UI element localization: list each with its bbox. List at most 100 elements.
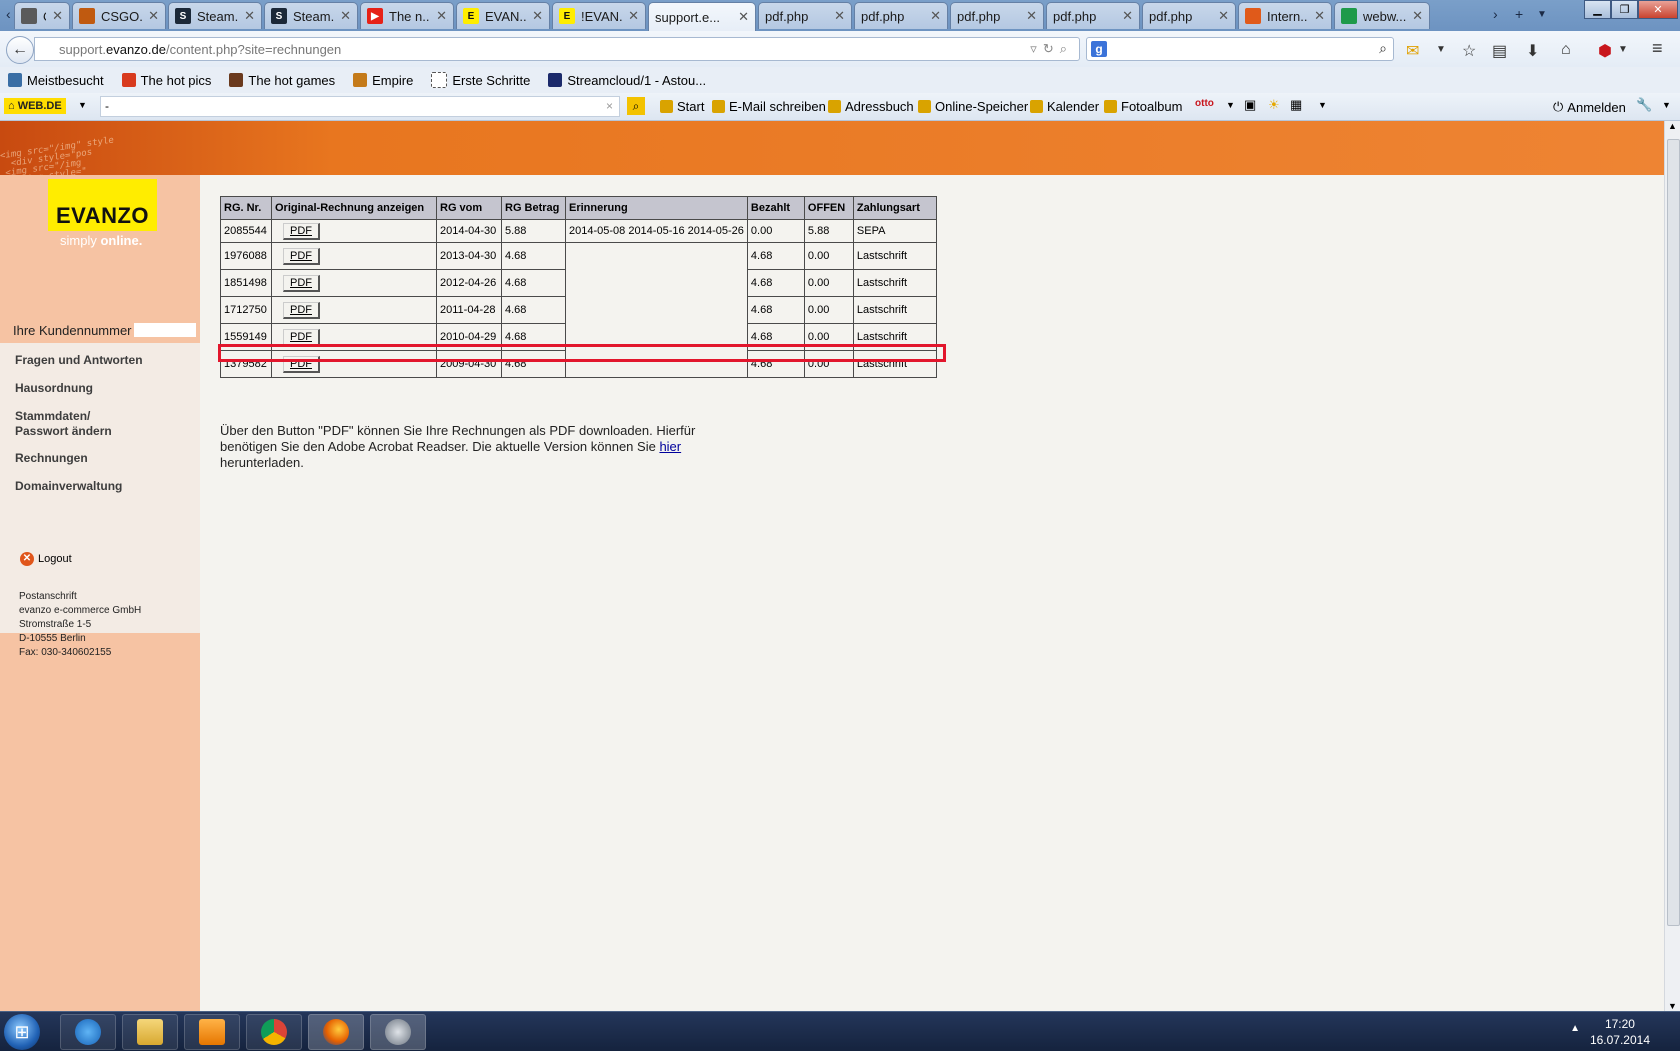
bookmark-4[interactable]: Erste Schritte: [431, 72, 530, 88]
tab-8[interactable]: pdf.php ✕: [758, 2, 852, 29]
taskbar-explorer[interactable]: [122, 1014, 178, 1050]
webde-link-0[interactable]: Start: [660, 99, 704, 114]
tab-9[interactable]: pdf.php ✕: [854, 2, 948, 29]
tab-1[interactable]: CSGO... ✕: [72, 2, 166, 29]
chevron-down-icon[interactable]: ▼: [1662, 100, 1671, 110]
reading-list-icon[interactable]: ▤: [1492, 41, 1507, 61]
login-link[interactable]: ⏻ Anmelden: [1553, 99, 1626, 115]
taskbar-firefox[interactable]: [308, 1014, 364, 1050]
search-icon[interactable]: ⌕: [1379, 40, 1387, 57]
menu-stammdaten[interactable]: Stammdaten/Passwort ändern: [15, 409, 112, 439]
scroll-up-icon[interactable]: ▲: [1668, 121, 1677, 131]
webde-logo[interactable]: ⌂ WEB.DE: [4, 98, 66, 114]
tab-7[interactable]: support.e... ✕: [648, 2, 756, 31]
settings-panel-icon[interactable]: ▦: [1290, 97, 1302, 113]
close-tab-icon[interactable]: ✕: [436, 8, 447, 24]
close-tab-icon[interactable]: ✕: [244, 8, 255, 24]
close-tab-icon[interactable]: ✕: [738, 9, 749, 25]
back-button[interactable]: ←: [6, 36, 34, 64]
webde-search-button[interactable]: ⌕: [627, 97, 645, 115]
taskbar-steam[interactable]: [370, 1014, 426, 1050]
bookmark-star-icon[interactable]: ☆: [1462, 41, 1476, 61]
bookmark-3[interactable]: Empire: [353, 73, 413, 88]
close-tab-icon[interactable]: ✕: [52, 8, 63, 24]
menu-hausordnung[interactable]: Hausordnung: [15, 381, 93, 396]
pdf-button[interactable]: PDF: [283, 274, 320, 292]
close-tab-icon[interactable]: ✕: [340, 8, 351, 24]
url-field[interactable]: support. evanzo.de/content.php?site=rechn…: [34, 37, 1080, 61]
close-tab-icon[interactable]: ✕: [532, 8, 543, 24]
webde-link-5[interactable]: Fotoalbum: [1104, 99, 1182, 114]
menu-rechnungen[interactable]: Rechnungen: [15, 451, 88, 466]
pdf-button[interactable]: PDF: [283, 247, 320, 265]
scroll-down-icon[interactable]: ▼: [1668, 1001, 1677, 1011]
menu-domainverwaltung[interactable]: Domainverwaltung: [15, 479, 122, 494]
pdf-button[interactable]: PDF: [283, 222, 320, 240]
wrench-icon[interactable]: 🔧: [1636, 97, 1652, 113]
tab-5[interactable]: E EVAN... ✕: [456, 2, 550, 29]
webde-link-2[interactable]: Adressbuch: [828, 99, 914, 114]
new-tab-icon[interactable]: +: [1515, 6, 1523, 22]
close-tab-icon[interactable]: ✕: [1314, 8, 1325, 24]
close-tab-icon[interactable]: ✕: [1122, 8, 1133, 24]
google-icon[interactable]: g: [1091, 41, 1107, 57]
bookmark-0[interactable]: Meistbesucht: [8, 73, 104, 88]
pdf-button[interactable]: PDF: [283, 328, 320, 346]
dropdown-icon[interactable]: ▿: [1030, 41, 1043, 56]
close-tab-icon[interactable]: ✕: [628, 8, 639, 24]
bookmark-5[interactable]: Streamcloud/1 - Astou...: [548, 73, 706, 88]
chevron-down-icon[interactable]: ▼: [1318, 100, 1327, 110]
shopping-icon[interactable]: ▣: [1244, 97, 1256, 113]
webde-search-input[interactable]: - ×: [100, 96, 620, 117]
chevron-down-icon[interactable]: ▼: [1618, 44, 1628, 55]
webde-link-1[interactable]: E-Mail schreiben: [712, 99, 826, 114]
webde-link-4[interactable]: Kalender: [1030, 99, 1099, 114]
tab-12[interactable]: pdf.php ✕: [1142, 2, 1236, 29]
page-scrollbar[interactable]: ▲ ▼: [1664, 121, 1680, 1011]
menu-faq[interactable]: Fragen und Antworten: [15, 353, 143, 368]
tab-0[interactable]: O... ✕: [14, 2, 70, 29]
maximize-icon[interactable]: ❐: [1611, 0, 1638, 19]
close-tab-icon[interactable]: ✕: [834, 8, 845, 24]
bookmark-2[interactable]: The hot games: [229, 73, 335, 88]
chevron-down-icon[interactable]: ▼: [1436, 44, 1446, 55]
weather-icon[interactable]: ☀: [1268, 97, 1280, 113]
chevron-down-icon[interactable]: ▼: [78, 100, 87, 110]
tray-expand-icon[interactable]: ▲: [1570, 1023, 1580, 1034]
webde-link-3[interactable]: Online-Speicher: [918, 99, 1028, 114]
taskbar-ie[interactable]: [60, 1014, 116, 1050]
pdf-button[interactable]: PDF: [283, 301, 320, 319]
tab-13[interactable]: Intern... ✕: [1238, 2, 1332, 29]
search-icon[interactable]: ⌕: [1060, 41, 1073, 56]
tab-10[interactable]: pdf.php ✕: [950, 2, 1044, 29]
adblock-icon[interactable]: ⬢: [1598, 41, 1612, 61]
taskbar-chrome[interactable]: [246, 1014, 302, 1050]
reload-icon[interactable]: ↻: [1043, 41, 1060, 56]
notification-icon[interactable]: ✉: [1406, 41, 1419, 61]
bookmark-1[interactable]: The hot pics: [121, 73, 211, 88]
evanzo-logo[interactable]: EVANZO: [48, 179, 157, 231]
close-tab-icon[interactable]: ✕: [148, 8, 159, 24]
tab-11[interactable]: pdf.php ✕: [1046, 2, 1140, 29]
clear-icon[interactable]: ×: [606, 99, 613, 113]
otto-icon[interactable]: otto: [1195, 98, 1214, 109]
tabs-scroll-left-icon[interactable]: ‹: [6, 6, 11, 22]
tab-6[interactable]: E !EVAN... ✕: [552, 2, 646, 29]
search-input[interactable]: g ⌕: [1086, 37, 1394, 61]
taskbar-media[interactable]: [184, 1014, 240, 1050]
close-tab-icon[interactable]: ✕: [1026, 8, 1037, 24]
tab-2[interactable]: S Steam... ✕: [168, 2, 262, 29]
chevron-down-icon[interactable]: ▼: [1226, 100, 1235, 110]
menu-icon[interactable]: ≡: [1652, 38, 1663, 59]
close-window-icon[interactable]: ✕: [1638, 0, 1678, 19]
scroll-thumb[interactable]: [1667, 139, 1680, 926]
download-link[interactable]: hier: [659, 439, 681, 454]
tab-list-icon[interactable]: ▼: [1537, 9, 1547, 20]
tab-14[interactable]: webw... ✕: [1334, 2, 1430, 29]
download-icon[interactable]: ⬇: [1526, 41, 1539, 61]
tab-4[interactable]: ▶ The n... ✕: [360, 2, 454, 29]
start-button[interactable]: ⊞: [4, 1014, 40, 1050]
close-tab-icon[interactable]: ✕: [1218, 8, 1229, 24]
system-clock[interactable]: 17:20 16.07.2014: [1590, 1016, 1650, 1048]
tabs-scroll-right-icon[interactable]: ›: [1493, 6, 1498, 22]
